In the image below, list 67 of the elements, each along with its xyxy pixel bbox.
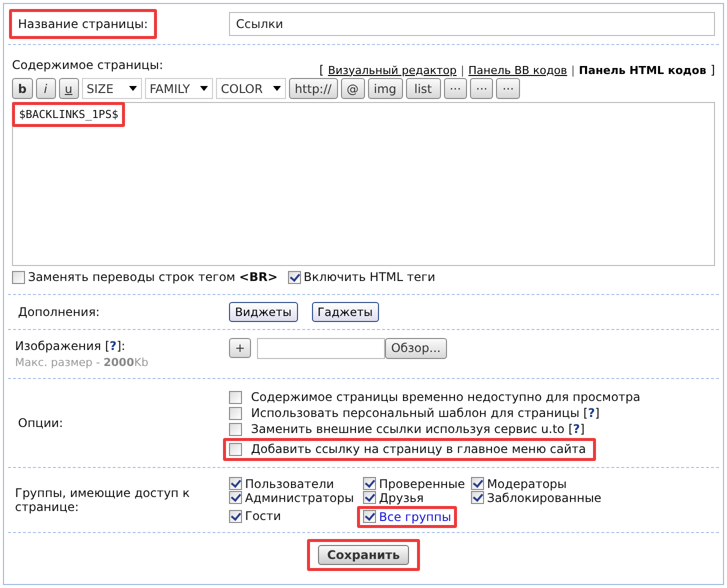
caret-icon	[128, 86, 137, 91]
checkbox[interactable]	[229, 491, 242, 504]
file-field[interactable]	[257, 338, 386, 358]
content-textarea[interactable]: $BACKLINKS_1PS$	[12, 102, 715, 266]
group-label: Проверенные	[379, 476, 465, 490]
page-title-field[interactable]: Ссылки	[229, 12, 715, 36]
groups-label: Группы, имеющие доступ к странице:	[14, 486, 191, 514]
toolbar-dropdown[interactable]: COLOR	[216, 78, 286, 99]
content-label: Содержимое страницы:	[11, 57, 164, 74]
option-label: Содержимое страницы временно недоступно для просмотра	[251, 390, 640, 404]
group-label: Модераторы	[487, 476, 567, 490]
toolbar-button[interactable]: u	[58, 78, 79, 99]
toolbar-button[interactable]: @	[340, 78, 365, 99]
toolbar-button[interactable]: ···	[444, 78, 468, 99]
checkbox[interactable]	[471, 477, 484, 490]
toolbar-button[interactable]: http://	[288, 78, 338, 99]
divider-text: |	[571, 64, 575, 76]
addons-label: Дополнения:	[17, 304, 101, 321]
checkbox[interactable]	[288, 270, 301, 284]
toolbar-dropdown[interactable]: SIZE	[82, 78, 142, 99]
option-label: Использовать персональный шаблон для страницы [?]	[251, 406, 600, 420]
editor-mode-link[interactable]: Панель HTML кодов	[578, 64, 706, 76]
browse-button[interactable]: Обзор...	[385, 338, 447, 358]
group-label: Друзья	[379, 490, 424, 504]
checkbox[interactable]	[363, 491, 376, 504]
options-label: Опции:	[17, 415, 64, 432]
add-button[interactable]: +	[229, 338, 252, 358]
group-label: Все группы	[379, 510, 452, 524]
divider-text: |	[460, 64, 464, 76]
page-title-label: Название страницы:	[9, 9, 157, 39]
toolbar-button[interactable]: b	[12, 78, 33, 99]
size-hint: Макс. размер - 2000Kb	[14, 356, 150, 369]
checkbox-label: Включить HTML теги	[304, 270, 436, 284]
checkbox[interactable]	[12, 270, 25, 284]
checkbox[interactable]	[229, 442, 242, 456]
caret-icon	[272, 86, 281, 91]
toolbar-button[interactable]: img	[368, 78, 403, 99]
content-text: $BACKLINKS_1PS$	[12, 102, 126, 127]
bracket-text: [	[319, 63, 324, 77]
editor-mode-link[interactable]: Визуальный редактор	[328, 64, 457, 76]
toolbar-button[interactable]: ···	[470, 78, 494, 99]
addon-button[interactable]: Виджеты	[229, 302, 298, 322]
checkbox[interactable]	[229, 390, 242, 404]
checkbox[interactable]	[229, 406, 242, 420]
toolbar-dropdown[interactable]: FAMILY	[144, 78, 213, 99]
group-label: Заблокированные	[487, 490, 602, 504]
group-label: Гости	[245, 509, 282, 523]
checkbox[interactable]	[363, 477, 376, 490]
checkbox[interactable]	[229, 510, 242, 522]
checkbox[interactable]	[471, 491, 484, 504]
group-label: Пользователи	[245, 476, 334, 490]
option-label: Заменить внешние ссылки используя сервис u.to [?]	[251, 422, 585, 436]
toolbar-button[interactable]: list	[406, 78, 441, 99]
checkbox[interactable]	[229, 422, 242, 436]
checkbox[interactable]	[363, 510, 376, 523]
toolbar-button[interactable]: ···	[496, 78, 520, 99]
save-button[interactable]: Сохранить	[318, 545, 409, 565]
option-label: Добавить ссылку на страницу в главное меню сайта	[251, 442, 586, 456]
group-label: Администраторы	[245, 490, 354, 504]
checkbox-label: Заменять переводы строк тегом <BR>	[28, 270, 278, 284]
toolbar-button[interactable]: i	[36, 78, 56, 99]
editor-mode-link[interactable]: Панель BB кодов	[468, 64, 568, 76]
bracket-text: ]	[710, 63, 715, 77]
images-label: Изображения [?]:	[14, 339, 126, 353]
checkbox[interactable]	[229, 477, 242, 490]
addon-button[interactable]: Гаджеты	[312, 302, 379, 322]
caret-icon	[200, 86, 208, 91]
